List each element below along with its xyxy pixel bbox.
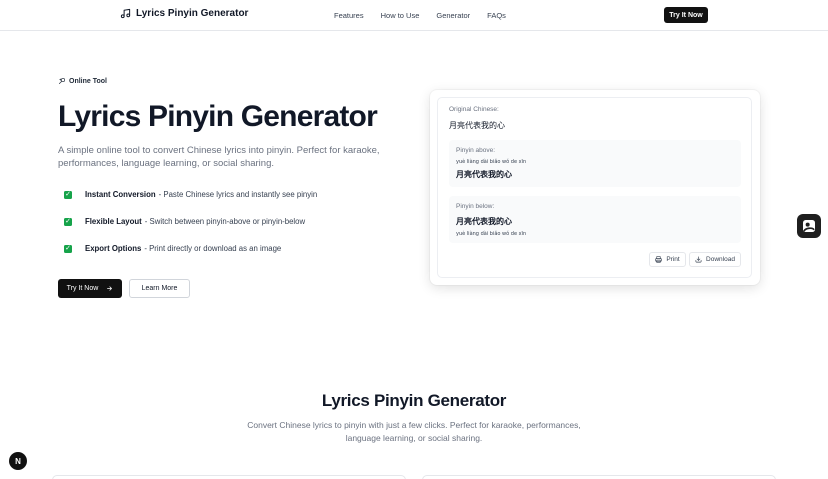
pinyin-above-hanzi: 月亮代表我的心 [456, 170, 512, 179]
feature-item: ✓ Instant Conversion - Paste Chinese lyr… [64, 190, 317, 217]
pinyin-below-hanzi: 月亮代表我的心 [456, 217, 512, 226]
header-try-button[interactable]: Try It Now [664, 7, 708, 23]
button-label: Try It Now [66, 285, 99, 292]
nav-faqs[interactable]: FAQs [487, 11, 506, 20]
feature-title: Instant Conversion [85, 190, 156, 199]
music-note-icon [120, 8, 131, 19]
nav-how-to-use[interactable]: How to Use [381, 11, 420, 20]
section-title: Lyrics Pinyin Generator [321, 391, 507, 410]
mic-icon [59, 78, 65, 84]
feature-title: Flexible Layout [85, 217, 142, 226]
download-icon [695, 256, 702, 263]
try-it-now-button[interactable]: Try It Now [58, 279, 122, 298]
nav-features[interactable]: Features [334, 11, 364, 20]
arrow-right-icon [107, 286, 113, 291]
check-icon: ✓ [64, 190, 72, 199]
feature-title: Export Options [85, 244, 142, 253]
hero-title: Lyrics Pinyin Generator [58, 100, 378, 133]
badge-label: Online Tool [69, 77, 107, 85]
pinyin-above-text: yuè liàng dài biǎo wǒ de xīn [456, 159, 527, 165]
feature-text: - Print directly or download as an image [144, 244, 282, 253]
section-card-left [52, 475, 406, 479]
brand-logo[interactable]: Lyrics Pinyin Generator [120, 8, 248, 19]
feature-item: ✓ Flexible Layout - Switch between pinyi… [64, 217, 317, 244]
main-nav: Features How to Use Generator FAQs [334, 11, 523, 20]
download-button[interactable]: Download [689, 252, 741, 267]
download-label: Download [706, 256, 735, 263]
floating-assistant-button[interactable] [797, 214, 821, 238]
learn-more-button[interactable]: Learn More [129, 279, 190, 298]
pinyin-below-label: Pinyin below: [456, 203, 495, 210]
hero-description: A simple online tool to convert Chinese … [58, 145, 380, 169]
original-text: 月亮代表我的心 [449, 121, 505, 130]
site-header: Lyrics Pinyin Generator Features How to … [0, 0, 828, 31]
check-icon: ✓ [64, 244, 72, 253]
pinyin-below-text: yuè liàng dài biǎo wǒ de xīn [456, 231, 527, 237]
pinyin-above-label: Pinyin above: [456, 147, 496, 154]
section-card-right [422, 475, 776, 479]
online-tool-badge: Online Tool [58, 77, 107, 85]
assistant-icon [803, 220, 815, 232]
nextjs-dev-badge[interactable]: N [9, 452, 27, 470]
check-icon: ✓ [64, 217, 72, 226]
brand-name: Lyrics Pinyin Generator [136, 8, 249, 19]
feature-text: - Switch between pinyin-above or pinyin-… [144, 217, 306, 226]
printer-icon [655, 256, 663, 263]
feature-list: ✓ Instant Conversion - Paste Chinese lyr… [64, 190, 317, 271]
feature-item: ✓ Export Options - Print directly or dow… [64, 244, 317, 271]
print-label: Print [666, 256, 680, 263]
print-button[interactable]: Print [649, 252, 686, 267]
feature-text: - Paste Chinese lyrics and instantly see… [158, 190, 318, 199]
original-label: Original Chinese: [449, 106, 499, 113]
section-description: Convert Chinese lyrics to pinyin with ju… [247, 420, 581, 443]
nav-generator[interactable]: Generator [436, 11, 470, 20]
